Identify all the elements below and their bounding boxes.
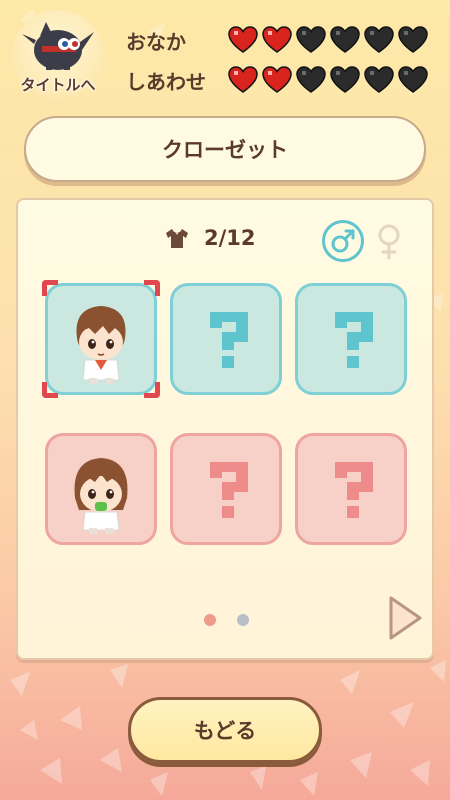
locked-question-icon bbox=[210, 312, 248, 368]
hunger-hearts bbox=[228, 26, 428, 54]
heart-empty-icon bbox=[398, 26, 428, 53]
heart-full-icon bbox=[262, 26, 292, 53]
shirt-icon bbox=[166, 229, 188, 248]
page-dot-2[interactable] bbox=[237, 614, 249, 626]
closet-slot-3[interactable] bbox=[295, 283, 407, 395]
hunger-label: おなか bbox=[126, 30, 186, 54]
bird-character-icon bbox=[22, 22, 94, 70]
outfit-counter: 2/12 bbox=[164, 226, 256, 250]
locked-question-icon bbox=[335, 312, 373, 368]
selection-corner bbox=[144, 280, 160, 296]
back-button[interactable]: もどる bbox=[128, 697, 322, 763]
heart-empty-icon bbox=[330, 26, 360, 53]
closet-slot-2[interactable] bbox=[170, 283, 282, 395]
back-button-label: もどる bbox=[193, 719, 257, 743]
locked-question-icon bbox=[210, 462, 248, 518]
heart-empty-icon bbox=[296, 66, 326, 93]
male-icon bbox=[331, 229, 355, 253]
outfit-count: 2/12 bbox=[204, 226, 256, 250]
heart-empty-icon bbox=[364, 66, 394, 93]
title-button[interactable]: タイトルへ bbox=[12, 10, 104, 102]
closet-slot-6[interactable] bbox=[295, 433, 407, 545]
heart-empty-icon bbox=[364, 26, 394, 53]
selection-corner bbox=[144, 382, 160, 398]
happiness-label: しあわせ bbox=[126, 70, 206, 94]
chibi-character-girl bbox=[74, 458, 128, 534]
title-button-label: タイトルへ bbox=[20, 76, 96, 94]
closet-panel: 2/12 bbox=[16, 198, 434, 660]
heart-empty-icon bbox=[398, 66, 428, 93]
closet-slot-1[interactable] bbox=[42, 280, 160, 398]
female-toggle[interactable] bbox=[374, 222, 404, 262]
closet-slot-5[interactable] bbox=[170, 433, 282, 545]
male-toggle[interactable] bbox=[322, 220, 364, 262]
heart-full-icon bbox=[228, 66, 258, 93]
closet-header: クローゼット bbox=[24, 116, 426, 182]
selection-corner bbox=[42, 382, 58, 398]
heart-full-icon bbox=[228, 26, 258, 53]
heart-empty-icon bbox=[296, 26, 326, 53]
heart-full-icon bbox=[262, 66, 292, 93]
closet-title: クローゼット bbox=[162, 138, 288, 162]
closet-slot-4[interactable] bbox=[45, 433, 157, 545]
happiness-hearts bbox=[228, 66, 428, 94]
heart-empty-icon bbox=[330, 66, 360, 93]
next-page-arrow[interactable] bbox=[386, 594, 424, 642]
chibi-character-boy bbox=[76, 306, 126, 384]
locked-question-icon bbox=[335, 462, 373, 518]
page-dot-1[interactable] bbox=[204, 614, 216, 626]
selection-corner bbox=[42, 280, 58, 296]
